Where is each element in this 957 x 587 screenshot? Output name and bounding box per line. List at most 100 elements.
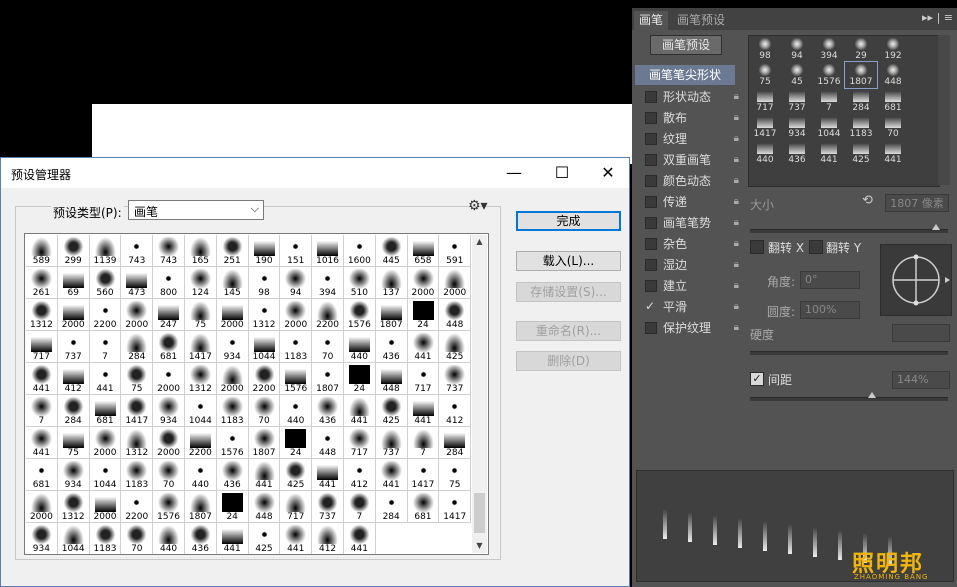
- spacing-slider[interactable]: [750, 397, 948, 401]
- brush-tip-item[interactable]: 7: [813, 88, 845, 114]
- brush-option-item[interactable]: 杂色 🔒︎: [635, 234, 741, 254]
- brush-preset-item[interactable]: 440: [153, 523, 185, 554]
- brush-tip-item[interactable]: 436: [781, 140, 813, 166]
- brush-tip-item[interactable]: 192: [877, 36, 909, 62]
- brush-preset-item[interactable]: 394: [312, 267, 344, 299]
- lock-icon[interactable]: 🔒︎: [734, 234, 739, 254]
- brush-preset-item[interactable]: 2000: [89, 427, 122, 459]
- hardness-slider[interactable]: [750, 351, 948, 355]
- brush-option-item[interactable]: 保护纹理 🔒︎: [635, 318, 741, 338]
- brush-preset-item[interactable]: 1417: [439, 491, 472, 523]
- gear-icon[interactable]: ⚙▾: [468, 198, 488, 214]
- brush-preset-item[interactable]: 70: [312, 331, 344, 363]
- brush-preset-item[interactable]: 934: [216, 331, 249, 363]
- preset-type-select[interactable]: 画笔 ⌵: [128, 200, 264, 220]
- brush-preset-item[interactable]: 1183: [280, 331, 313, 363]
- angle-field[interactable]: 0°: [800, 271, 860, 289]
- brush-preset-item[interactable]: 284: [121, 331, 154, 363]
- done-button[interactable]: 完成: [516, 211, 621, 231]
- brush-preset-item[interactable]: 251: [216, 235, 249, 267]
- brush-preset-item[interactable]: 2000: [57, 299, 90, 331]
- brush-preset-item[interactable]: 94: [280, 267, 313, 299]
- brush-preset-item[interactable]: 412: [57, 363, 90, 395]
- brush-preset-item[interactable]: 448: [248, 491, 281, 523]
- brush-preset-item[interactable]: 2000: [153, 427, 185, 459]
- brush-preset-item[interactable]: 448: [375, 363, 408, 395]
- brush-preset-item[interactable]: 743: [121, 235, 154, 267]
- brush-preset-item[interactable]: 1016: [312, 235, 344, 267]
- brush-tip-item[interactable]: 440: [749, 140, 781, 166]
- brush-option-item[interactable]: 画笔笔势 🔒︎: [635, 213, 741, 233]
- brush-preset-item[interactable]: 2000: [407, 267, 440, 299]
- brush-preset-item[interactable]: 658: [407, 235, 440, 267]
- brush-option-item[interactable]: 散布 🔒︎: [635, 108, 741, 128]
- brush-preset-item[interactable]: 1312: [184, 363, 217, 395]
- brush-preset-item[interactable]: 743: [153, 235, 185, 267]
- option-checkbox[interactable]: [645, 217, 657, 229]
- brush-preset-item[interactable]: 800: [153, 267, 185, 299]
- brush-preset-item[interactable]: 2000: [216, 299, 249, 331]
- brush-preset-item[interactable]: 1417: [121, 395, 154, 427]
- brush-preset-item[interactable]: 737: [57, 331, 90, 363]
- brush-preset-item[interactable]: 1183: [216, 395, 249, 427]
- brush-preset-item[interactable]: 1807: [248, 427, 281, 459]
- brush-preset-item[interactable]: 425: [375, 395, 408, 427]
- brush-preset-item[interactable]: 151: [280, 235, 313, 267]
- lock-icon[interactable]: 🔒︎: [734, 318, 739, 338]
- brush-preset-item[interactable]: 2000: [216, 363, 249, 395]
- brush-preset-item[interactable]: 98: [248, 267, 281, 299]
- brush-grid-scrollbar[interactable]: [938, 35, 950, 185]
- brush-tip-item[interactable]: 284: [845, 88, 877, 114]
- brush-preset-item[interactable]: 247: [153, 299, 185, 331]
- brush-tip-item[interactable]: 681: [877, 88, 909, 114]
- brush-preset-item[interactable]: 436: [312, 395, 344, 427]
- brush-preset-item[interactable]: 441: [216, 523, 249, 554]
- lock-icon[interactable]: 🔒︎: [734, 108, 739, 128]
- scroll-up-icon[interactable]: ▲: [472, 235, 487, 249]
- minimize-button[interactable]: —: [491, 158, 537, 188]
- brush-tip-item[interactable]: 441: [877, 140, 909, 166]
- brush-preset-item[interactable]: 2000: [153, 363, 185, 395]
- brush-tip-item[interactable]: 394: [813, 36, 845, 62]
- brush-preset-item[interactable]: 70: [121, 523, 154, 554]
- brush-preset-item[interactable]: 412: [343, 459, 376, 491]
- option-checkbox[interactable]: [645, 133, 657, 145]
- lock-icon[interactable]: 🔒︎: [734, 192, 739, 212]
- maximize-button[interactable]: ☐: [539, 158, 585, 188]
- brush-preset-item[interactable]: 441: [280, 523, 313, 554]
- brush-preset-item[interactable]: 448: [439, 299, 472, 331]
- option-checkbox[interactable]: [645, 154, 657, 166]
- lock-icon[interactable]: 🔒︎: [734, 276, 739, 296]
- brush-preset-item[interactable]: 441: [89, 363, 122, 395]
- brush-preset-item[interactable]: 190: [248, 235, 281, 267]
- brush-preset-item[interactable]: 75: [439, 459, 472, 491]
- brush-preset-item[interactable]: 440: [343, 331, 376, 363]
- brush-preset-item[interactable]: 436: [184, 523, 217, 554]
- brush-preset-item[interactable]: 441: [407, 395, 440, 427]
- brush-preset-item[interactable]: 737: [312, 491, 344, 523]
- option-checkbox[interactable]: [645, 238, 657, 250]
- lock-icon[interactable]: 🔒︎: [734, 150, 739, 170]
- brush-preset-item[interactable]: 7: [343, 491, 376, 523]
- brush-preset-item[interactable]: 7: [26, 395, 58, 427]
- brush-preset-item[interactable]: 24: [216, 491, 249, 523]
- brush-preset-item[interactable]: 2200: [312, 299, 344, 331]
- brush-preset-item[interactable]: 137: [375, 267, 408, 299]
- brush-option-item[interactable]: 双重画笔 🔒︎: [635, 150, 741, 170]
- brush-preset-item[interactable]: 145: [216, 267, 249, 299]
- brush-preset-item[interactable]: 24: [407, 299, 440, 331]
- brush-preset-item[interactable]: 1576: [343, 299, 376, 331]
- brush-tip-item[interactable]: 448: [877, 62, 909, 88]
- hardness-field[interactable]: [892, 324, 950, 342]
- brush-option-item[interactable]: 形状动态 🔒︎: [635, 87, 741, 107]
- close-button[interactable]: ✕: [585, 158, 631, 188]
- brush-preset-item[interactable]: 75: [57, 427, 90, 459]
- brush-preset-item[interactable]: 591: [439, 235, 472, 267]
- brush-preset-item[interactable]: 70: [153, 459, 185, 491]
- brush-preset-item[interactable]: 412: [312, 523, 344, 554]
- delete-button[interactable]: 删除(D): [516, 351, 621, 371]
- brush-preset-item[interactable]: 560: [89, 267, 122, 299]
- brush-preset-item[interactable]: 440: [280, 395, 313, 427]
- brush-preset-item[interactable]: 284: [57, 395, 90, 427]
- save-settings-button[interactable]: 存储设置(S)...: [516, 282, 621, 302]
